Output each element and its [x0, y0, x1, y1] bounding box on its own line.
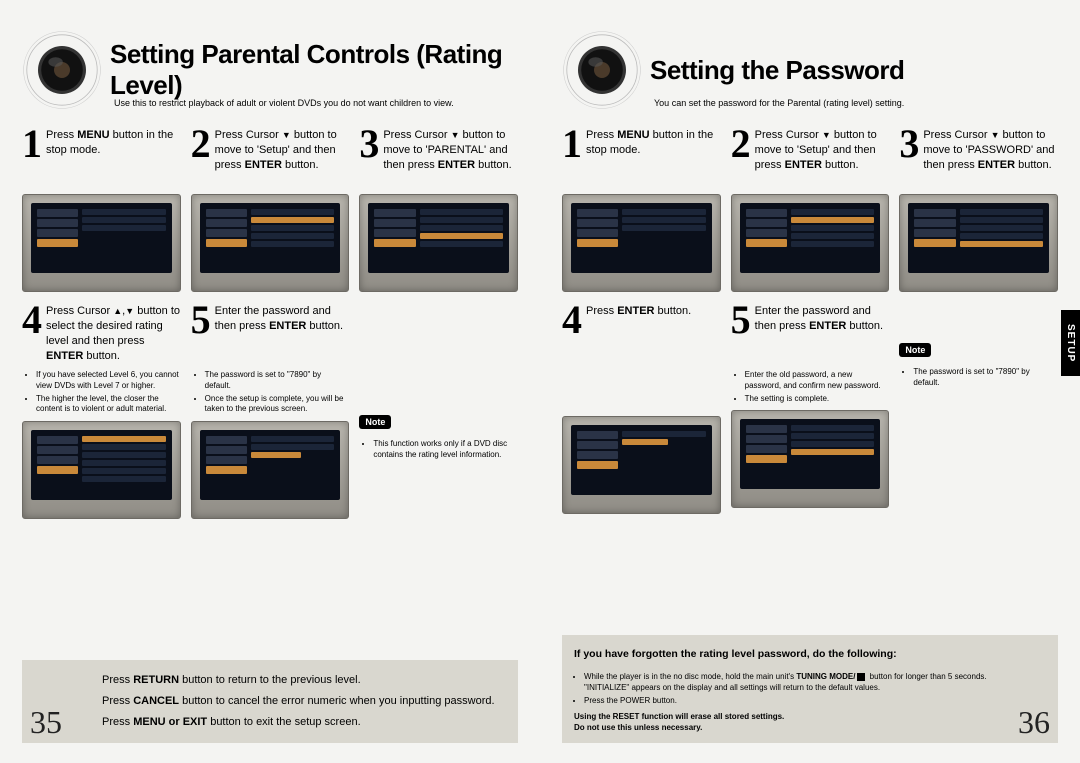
- note-bullets: This function works only if a DVD disc c…: [359, 439, 518, 461]
- step-text: Press Cursor ▲,▼ button to select the de…: [46, 302, 181, 363]
- tv-screenshot: [22, 194, 181, 292]
- page-subtitle: You can set the password for the Parenta…: [654, 98, 1058, 108]
- footer-instructions: Press RETURN button to return to the pre…: [22, 660, 518, 743]
- bullet: Press the POWER button.: [584, 695, 988, 706]
- tv-screenshot: [731, 410, 890, 508]
- bullet: Enter the old password, a new password, …: [745, 370, 890, 392]
- manual-spread: Setting Parental Controls (Rating Level)…: [0, 0, 1080, 763]
- note-block: Note This function works only if a DVD d…: [359, 302, 518, 519]
- footer-reset-instructions: If you have forgotten the rating level p…: [562, 635, 1058, 743]
- speaker-icon: [22, 30, 102, 110]
- tv-screenshot: [562, 416, 721, 514]
- step-text: Press MENU button in the stop mode.: [46, 126, 181, 158]
- page-number: 36: [1018, 704, 1050, 741]
- step-text: Enter the password and then press ENTER …: [215, 302, 350, 334]
- step-5-bullets: Enter the old password, a new password, …: [731, 370, 890, 404]
- step-text: Press ENTER button.: [586, 302, 691, 319]
- bullet: This function works only if a DVD disc c…: [373, 439, 518, 461]
- page-title: Setting the Password: [650, 55, 904, 86]
- bullet: Once the setup is complete, you will be …: [205, 394, 350, 416]
- note-badge: Note: [899, 343, 931, 357]
- tv-screenshot: [191, 421, 350, 519]
- tv-screenshot: [899, 194, 1058, 292]
- step-text: Press Cursor ▼ button to move to 'Setup'…: [215, 126, 350, 173]
- step-text: Press Cursor ▼ button to move to 'Setup'…: [755, 126, 890, 173]
- step-number: 4: [22, 302, 42, 338]
- page-title: Setting Parental Controls (Rating Level): [110, 39, 518, 101]
- bullet: The higher the level, the closer the con…: [36, 394, 181, 416]
- step-text: Press Cursor ▼ button to move to 'PASSWO…: [923, 126, 1058, 173]
- bullet: While the player is in the no disc mode,…: [584, 671, 988, 693]
- tv-screenshot: [359, 194, 518, 292]
- step-text: Press MENU button in the stop mode.: [586, 126, 721, 158]
- step-4: 4 Press ENTER button.: [562, 302, 721, 514]
- step-4-bullets: If you have selected Level 6, you cannot…: [22, 370, 181, 415]
- step-number: 2: [191, 126, 211, 162]
- steps-grid: 1 Press MENU button in the stop mode. 2 …: [22, 126, 518, 519]
- step-5: 5 Enter the password and then press ENTE…: [191, 302, 350, 519]
- bullet: The password is set to "7890" by default…: [913, 367, 1058, 389]
- note-block: Note The password is set to "7890" by de…: [899, 302, 1058, 514]
- step-2: 2 Press Cursor ▼ button to move to 'Setu…: [731, 126, 890, 292]
- footer-line: Press MENU or EXIT button to exit the se…: [102, 712, 506, 733]
- side-tab-setup: SETUP: [1061, 310, 1080, 376]
- page-36: Setting the Password You can set the pas…: [540, 0, 1080, 763]
- reset-warning: Using the RESET function will erase all …: [574, 712, 784, 721]
- note-badge: Note: [359, 415, 391, 429]
- bullet: The password is set to "7890" by default…: [205, 370, 350, 392]
- stop-icon: [857, 673, 865, 681]
- step-number: 5: [731, 302, 751, 338]
- step-number: 4: [562, 302, 582, 338]
- step-4: 4 Press Cursor ▲,▼ button to select the …: [22, 302, 181, 519]
- tv-screenshot: [22, 421, 181, 519]
- step-3: 3 Press Cursor ▼ button to move to 'PASS…: [899, 126, 1058, 292]
- tv-screenshot: [731, 194, 890, 292]
- step-number: 1: [562, 126, 582, 162]
- reset-warning: Do not use this unless necessary.: [574, 723, 702, 732]
- tv-screenshot: [191, 194, 350, 292]
- step-number: 1: [22, 126, 42, 162]
- step-5-bullets: The password is set to "7890" by default…: [191, 370, 350, 415]
- step-number: 3: [359, 126, 379, 162]
- bullet: The setting is complete.: [745, 394, 890, 405]
- step-2: 2 Press Cursor ▼ button to move to 'Setu…: [191, 126, 350, 292]
- step-3: 3 Press Cursor ▼ button to move to 'PARE…: [359, 126, 518, 292]
- note-bullets: The password is set to "7890" by default…: [899, 367, 1058, 389]
- step-number: 2: [731, 126, 751, 162]
- footer-line: Press RETURN button to return to the pre…: [102, 670, 506, 691]
- tv-screenshot: [562, 194, 721, 292]
- footer-line: Press CANCEL button to cancel the error …: [102, 691, 506, 712]
- step-text: Enter the password and then press ENTER …: [755, 302, 890, 334]
- speaker-icon: [562, 30, 642, 110]
- step-number: 3: [899, 126, 919, 162]
- bullet: If you have selected Level 6, you cannot…: [36, 370, 181, 392]
- step-1: 1 Press MENU button in the stop mode.: [22, 126, 181, 292]
- steps-grid: 1 Press MENU button in the stop mode. 2 …: [562, 126, 1058, 514]
- step-1: 1 Press MENU button in the stop mode.: [562, 126, 721, 292]
- forgot-title: If you have forgotten the rating level p…: [574, 645, 988, 665]
- step-number: 5: [191, 302, 211, 338]
- step-text: Press Cursor ▼ button to move to 'PARENT…: [383, 126, 518, 173]
- forgot-bullets: While the player is in the no disc mode,…: [574, 671, 988, 707]
- step-5: 5 Enter the password and then press ENTE…: [731, 302, 890, 514]
- page-35: Setting Parental Controls (Rating Level)…: [0, 0, 540, 763]
- page-number: 35: [30, 704, 62, 741]
